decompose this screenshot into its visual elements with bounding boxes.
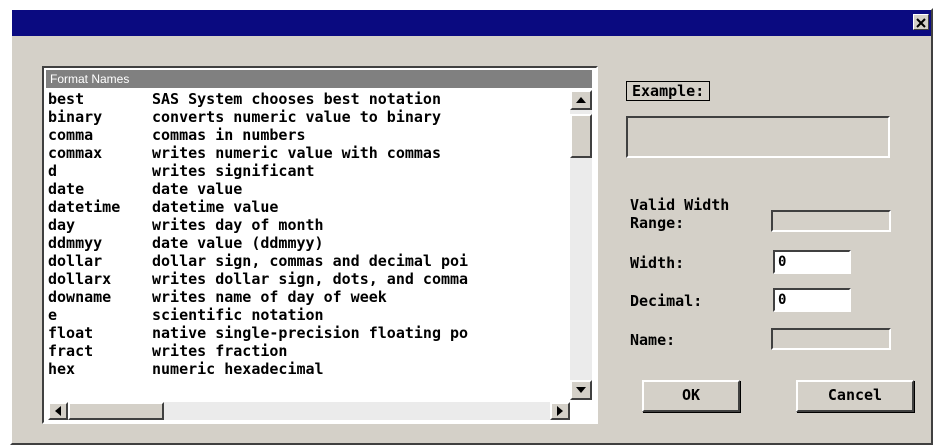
list-item[interactable]: commax writes numeric value with commas <box>48 144 568 162</box>
valid-width-label-line2: Range: <box>630 214 685 232</box>
width-input[interactable] <box>773 250 851 274</box>
vertical-scrollbar[interactable] <box>570 90 592 400</box>
ok-button[interactable]: OK <box>642 380 740 412</box>
list-item[interactable]: float native single-precision floating po <box>48 324 568 342</box>
format-description: commas in numbers <box>152 126 306 144</box>
format-name: d <box>48 162 58 180</box>
format-description: datetime value <box>152 198 279 216</box>
format-description: date value (ddmmyy) <box>152 234 324 252</box>
list-body[interactable]: best SAS System chooses best notation bina… <box>48 90 568 403</box>
arrow-down-icon <box>576 387 586 393</box>
scroll-right-button[interactable] <box>550 402 570 420</box>
format-description: writes fraction <box>152 342 288 360</box>
list-item[interactable]: dollar dollar sign, commas and decimal po… <box>48 252 568 270</box>
close-icon <box>916 13 926 32</box>
format-description: date value <box>152 180 243 198</box>
list-item[interactable]: day writes day of month <box>48 216 568 234</box>
format-name: ddmmyy <box>48 234 103 252</box>
valid-width-label-line1: Valid Width <box>630 196 730 214</box>
vertical-scroll-thumb[interactable] <box>570 114 592 158</box>
arrow-left-icon <box>55 406 61 416</box>
list-item[interactable]: comma commas in numbers <box>48 126 568 144</box>
example-display <box>626 116 890 158</box>
width-label: Width: <box>630 254 685 272</box>
list-item[interactable]: date date value <box>48 180 568 198</box>
format-description: dollar sign, commas and decimal poi <box>152 252 469 270</box>
decimal-label: Decimal: <box>630 292 703 310</box>
list-item[interactable]: downame writes name of day of week <box>48 288 568 306</box>
arrow-right-icon <box>557 406 563 416</box>
horizontal-scrollbar[interactable] <box>48 402 570 420</box>
list-item[interactable]: hex numeric hexadecimal <box>48 360 568 378</box>
format-description: native single-precision floating po <box>152 324 469 342</box>
format-name: binary <box>48 108 103 126</box>
close-button[interactable] <box>913 14 929 30</box>
decimal-input[interactable] <box>773 288 851 312</box>
format-description: writes day of month <box>152 216 324 234</box>
format-name: best <box>48 90 85 108</box>
example-label: Example: <box>626 81 711 101</box>
horizontal-scroll-thumb[interactable] <box>68 402 164 420</box>
format-name: fract <box>48 342 94 360</box>
title-bar <box>12 10 931 36</box>
list-item[interactable]: dollarx writes dollar sign, dots, and com… <box>48 270 568 288</box>
list-header: Format Names <box>46 70 592 88</box>
name-label: Name: <box>630 331 676 349</box>
format-description: writes numeric value with commas <box>152 144 441 162</box>
cancel-button[interactable]: Cancel <box>796 380 914 412</box>
name-display <box>771 328 891 350</box>
format-name: comma <box>48 126 94 144</box>
list-item[interactable]: best SAS System chooses best notation <box>48 90 568 108</box>
format-name: float <box>48 324 94 342</box>
format-name: downame <box>48 288 112 306</box>
format-name: hex <box>48 360 76 378</box>
list-item[interactable]: binary converts numeric value to binary <box>48 108 568 126</box>
format-description: numeric hexadecimal <box>152 360 324 378</box>
list-item[interactable]: ddmmyy date value (ddmmyy) <box>48 234 568 252</box>
valid-width-range-display <box>771 210 891 232</box>
list-item[interactable]: fract writes fraction <box>48 342 568 360</box>
format-description: scientific notation <box>152 306 324 324</box>
scroll-up-button[interactable] <box>570 90 592 110</box>
format-description: writes significant <box>152 162 315 180</box>
format-name: commax <box>48 144 103 162</box>
format-dialog: Format Names best SAS System chooses best… <box>10 8 933 445</box>
scroll-left-button[interactable] <box>48 402 68 420</box>
format-names-list[interactable]: Format Names best SAS System chooses best… <box>42 66 598 424</box>
format-name: date <box>48 180 85 198</box>
arrow-up-icon <box>576 97 586 103</box>
format-description: writes dollar sign, dots, and comma <box>152 270 469 288</box>
format-name: datetime <box>48 198 121 216</box>
scroll-down-button[interactable] <box>570 380 592 400</box>
list-item[interactable]: e scientific notation <box>48 306 568 324</box>
format-name: dollar <box>48 252 103 270</box>
format-name: e <box>48 306 58 324</box>
format-description: writes name of day of week <box>152 288 387 306</box>
format-description: SAS System chooses best notation <box>152 90 441 108</box>
list-item[interactable]: datetime datetime value <box>48 198 568 216</box>
format-name: day <box>48 216 76 234</box>
format-description: converts numeric value to binary <box>152 108 441 126</box>
format-name: dollarx <box>48 270 112 288</box>
list-item[interactable]: d writes significant <box>48 162 568 180</box>
